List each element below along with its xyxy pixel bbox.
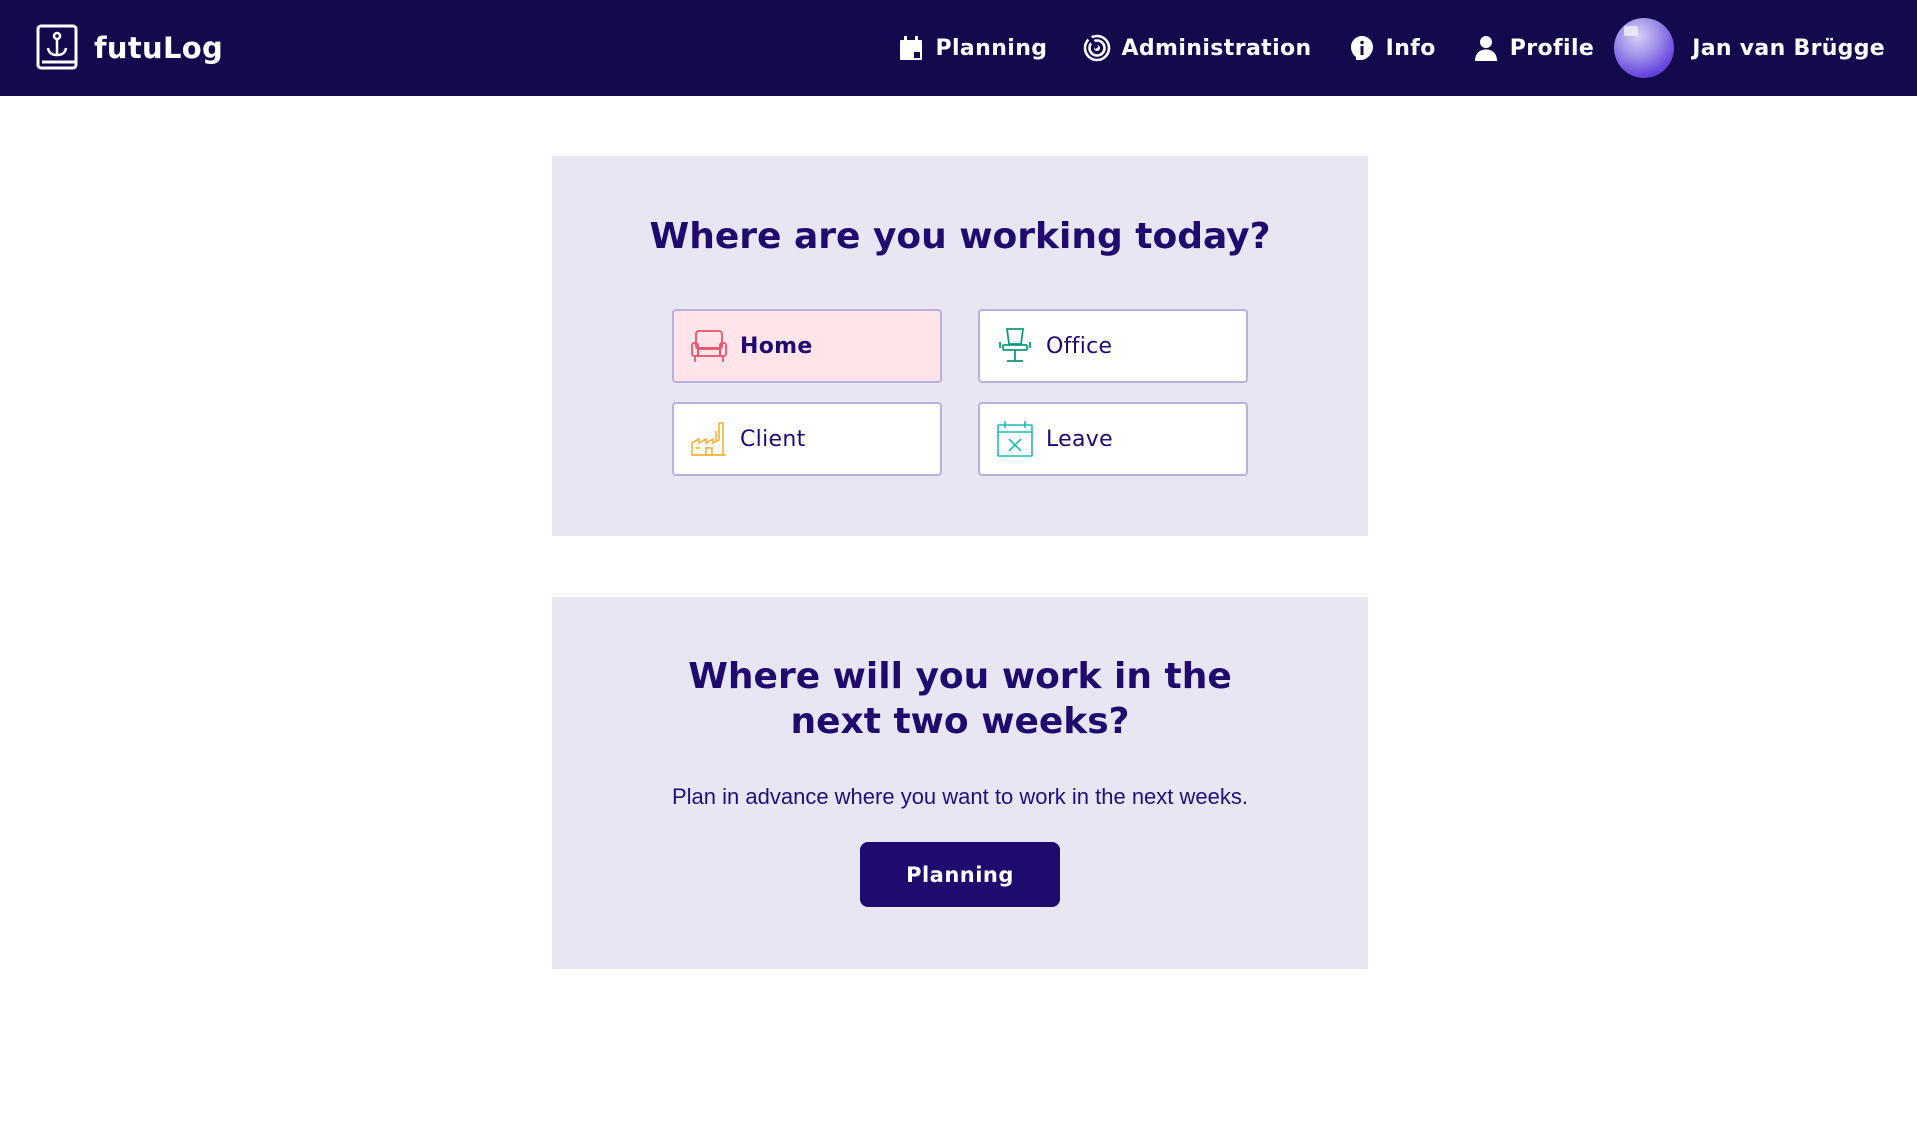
today-title: Where are you working today? xyxy=(649,216,1271,257)
person-icon xyxy=(1474,36,1497,61)
anchor-book-icon xyxy=(36,24,78,70)
calendar-x-icon xyxy=(997,421,1033,457)
nav-item-label: Administration xyxy=(1121,35,1312,61)
office-chair-icon xyxy=(999,328,1031,362)
nav-item-info[interactable]: Info xyxy=(1348,34,1436,62)
option-label: Home xyxy=(740,333,813,359)
calendar-icon xyxy=(900,36,923,60)
planning-description: Plan in advance where you want to work i… xyxy=(672,784,1248,809)
option-home[interactable]: Home xyxy=(672,309,942,383)
nav-item-profile[interactable]: Profile xyxy=(1472,34,1594,62)
nav-item-administration[interactable]: Administration xyxy=(1083,34,1311,62)
main-nav: Planning Administration Info Profile Jan… xyxy=(861,0,1885,96)
factory-icon xyxy=(691,422,726,456)
location-options: Home Office Client Leave xyxy=(672,309,1248,476)
planning-button[interactable]: Planning xyxy=(860,842,1060,907)
nav-item-label: Planning xyxy=(935,35,1048,61)
brand-name: futuLog xyxy=(94,31,224,65)
brand-home-link[interactable]: futuLog xyxy=(36,24,223,72)
option-client[interactable]: Client xyxy=(672,402,942,476)
radar-icon xyxy=(1084,34,1111,62)
armchair-icon xyxy=(691,330,727,362)
planning-title: Where will you work in the next two week… xyxy=(688,656,1232,742)
info-icon xyxy=(1350,36,1373,60)
top-navigation-bar: futuLog Planning Administration Info Pro… xyxy=(0,0,1917,96)
avatar xyxy=(1614,18,1675,78)
nav-item-label: Profile xyxy=(1509,35,1595,61)
nav-item-planning[interactable]: Planning xyxy=(897,34,1047,62)
option-leave[interactable]: Leave xyxy=(978,402,1248,476)
option-label: Client xyxy=(740,426,806,452)
option-label: Office xyxy=(1046,333,1113,359)
nav-item-label: Info xyxy=(1385,35,1436,61)
option-label: Leave xyxy=(1046,426,1113,452)
option-office[interactable]: Office xyxy=(978,309,1248,383)
user-menu[interactable]: Jan van Brügge xyxy=(1614,18,1885,78)
today-location-card: Where are you working today? Home Office… xyxy=(552,156,1368,536)
planning-card: Where will you work in the next two week… xyxy=(552,597,1368,969)
user-name: Jan van Brügge xyxy=(1692,35,1885,61)
